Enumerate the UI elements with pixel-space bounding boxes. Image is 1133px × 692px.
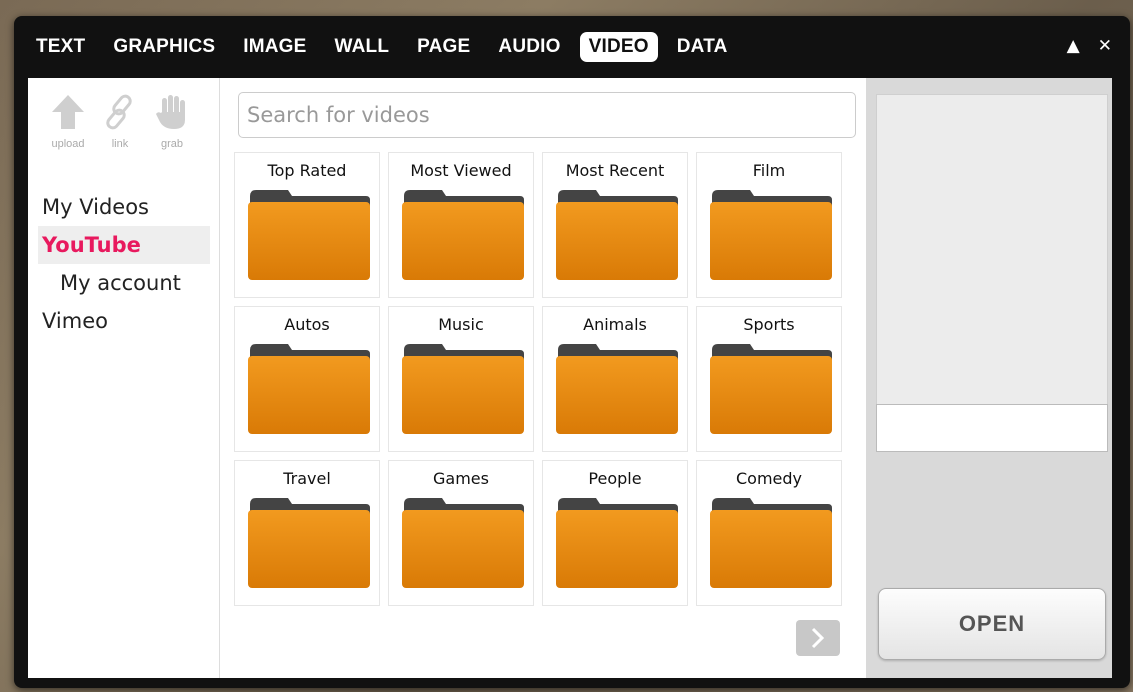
category-label: Music xyxy=(438,315,484,334)
next-page-button[interactable] xyxy=(796,620,840,656)
category-folder-autos[interactable]: Autos xyxy=(234,306,380,452)
category-label: Comedy xyxy=(735,469,802,488)
browser-panel: Top Rated Most Viewed Most Rec xyxy=(234,78,866,678)
folder-icon xyxy=(402,498,524,588)
folder-icon xyxy=(556,498,678,588)
category-folder-comedy[interactable]: Comedy xyxy=(696,460,842,606)
toolbar: upload link grab xyxy=(42,92,198,150)
folder-icon xyxy=(402,344,524,434)
tab-video[interactable]: VIDEO xyxy=(579,32,658,62)
dialog-content: upload link grab My Videos YouTube My ac… xyxy=(28,78,1112,678)
category-label: Animals xyxy=(583,315,647,334)
source-list: My Videos YouTube My account Vimeo xyxy=(38,188,210,340)
folder-icon xyxy=(248,344,370,434)
video-preview xyxy=(876,94,1108,406)
folder-icon xyxy=(710,344,832,434)
upload-button[interactable]: upload xyxy=(42,92,94,150)
category-folder-people[interactable]: People xyxy=(542,460,688,606)
close-icon[interactable]: ✕ xyxy=(1098,36,1112,56)
category-folder-travel[interactable]: Travel xyxy=(234,460,380,606)
menu-bar: TEXT GRAPHICS IMAGE WALL PAGE AUDIO VIDE… xyxy=(14,16,1130,78)
search-input[interactable] xyxy=(238,92,856,138)
category-label: Film xyxy=(752,161,786,180)
tab-image[interactable]: IMAGE xyxy=(243,36,306,58)
grab-label: grab xyxy=(160,138,184,150)
open-button[interactable]: OPEN xyxy=(878,588,1106,660)
category-folder-music[interactable]: Music xyxy=(388,306,534,452)
link-icon xyxy=(106,94,132,130)
category-label: Top Rated xyxy=(267,161,347,180)
category-grid: Top Rated Most Viewed Most Recent Film A… xyxy=(234,152,842,606)
folder-icon xyxy=(402,190,524,280)
tab-graphics[interactable]: GRAPHICS xyxy=(113,36,215,58)
upload-arrow-icon xyxy=(52,95,84,129)
folder-icon xyxy=(248,498,370,588)
category-folder-top-rated[interactable]: Top Rated xyxy=(234,152,380,298)
category-folder-sports[interactable]: Sports xyxy=(696,306,842,452)
category-label: Travel xyxy=(283,469,331,488)
category-folder-film[interactable]: Film xyxy=(696,152,842,298)
tab-wall[interactable]: WALL xyxy=(335,36,390,58)
category-label: Games xyxy=(433,469,489,488)
source-panel: upload link grab My Videos YouTube My ac… xyxy=(28,78,220,678)
grab-button[interactable]: grab xyxy=(146,92,198,150)
folder-icon xyxy=(710,190,832,280)
preview-panel: OPEN xyxy=(866,78,1112,678)
category-folder-games[interactable]: Games xyxy=(388,460,534,606)
category-label: Most Recent xyxy=(565,161,665,180)
category-folder-animals[interactable]: Animals xyxy=(542,306,688,452)
category-label: Sports xyxy=(743,315,795,334)
folder-icon xyxy=(556,190,678,280)
nav-vimeo[interactable]: Vimeo xyxy=(38,302,210,340)
link-button[interactable]: link xyxy=(94,92,146,150)
tab-audio[interactable]: AUDIO xyxy=(498,36,560,58)
video-title-field xyxy=(876,404,1108,452)
category-label: Most Viewed xyxy=(410,161,512,180)
folder-icon xyxy=(248,190,370,280)
link-label: link xyxy=(111,138,129,150)
chevron-right-icon xyxy=(811,627,825,649)
category-folder-most-viewed[interactable]: Most Viewed xyxy=(388,152,534,298)
nav-youtube[interactable]: YouTube xyxy=(38,226,210,264)
category-folder-most-recent[interactable]: Most Recent xyxy=(542,152,688,298)
folder-icon xyxy=(710,498,832,588)
tab-page[interactable]: PAGE xyxy=(417,36,470,58)
nav-my-account[interactable]: My account xyxy=(38,264,210,302)
category-label: Autos xyxy=(284,315,330,334)
tab-data[interactable]: DATA xyxy=(677,36,728,58)
collapse-icon[interactable]: ▲ xyxy=(1067,36,1080,56)
tab-text[interactable]: TEXT xyxy=(36,36,85,58)
nav-my-videos[interactable]: My Videos xyxy=(38,188,210,226)
folder-icon xyxy=(556,344,678,434)
category-label: People xyxy=(588,469,642,488)
video-dialog: TEXT GRAPHICS IMAGE WALL PAGE AUDIO VIDE… xyxy=(14,16,1130,688)
upload-label: upload xyxy=(51,138,85,150)
hand-grab-icon xyxy=(156,95,185,129)
